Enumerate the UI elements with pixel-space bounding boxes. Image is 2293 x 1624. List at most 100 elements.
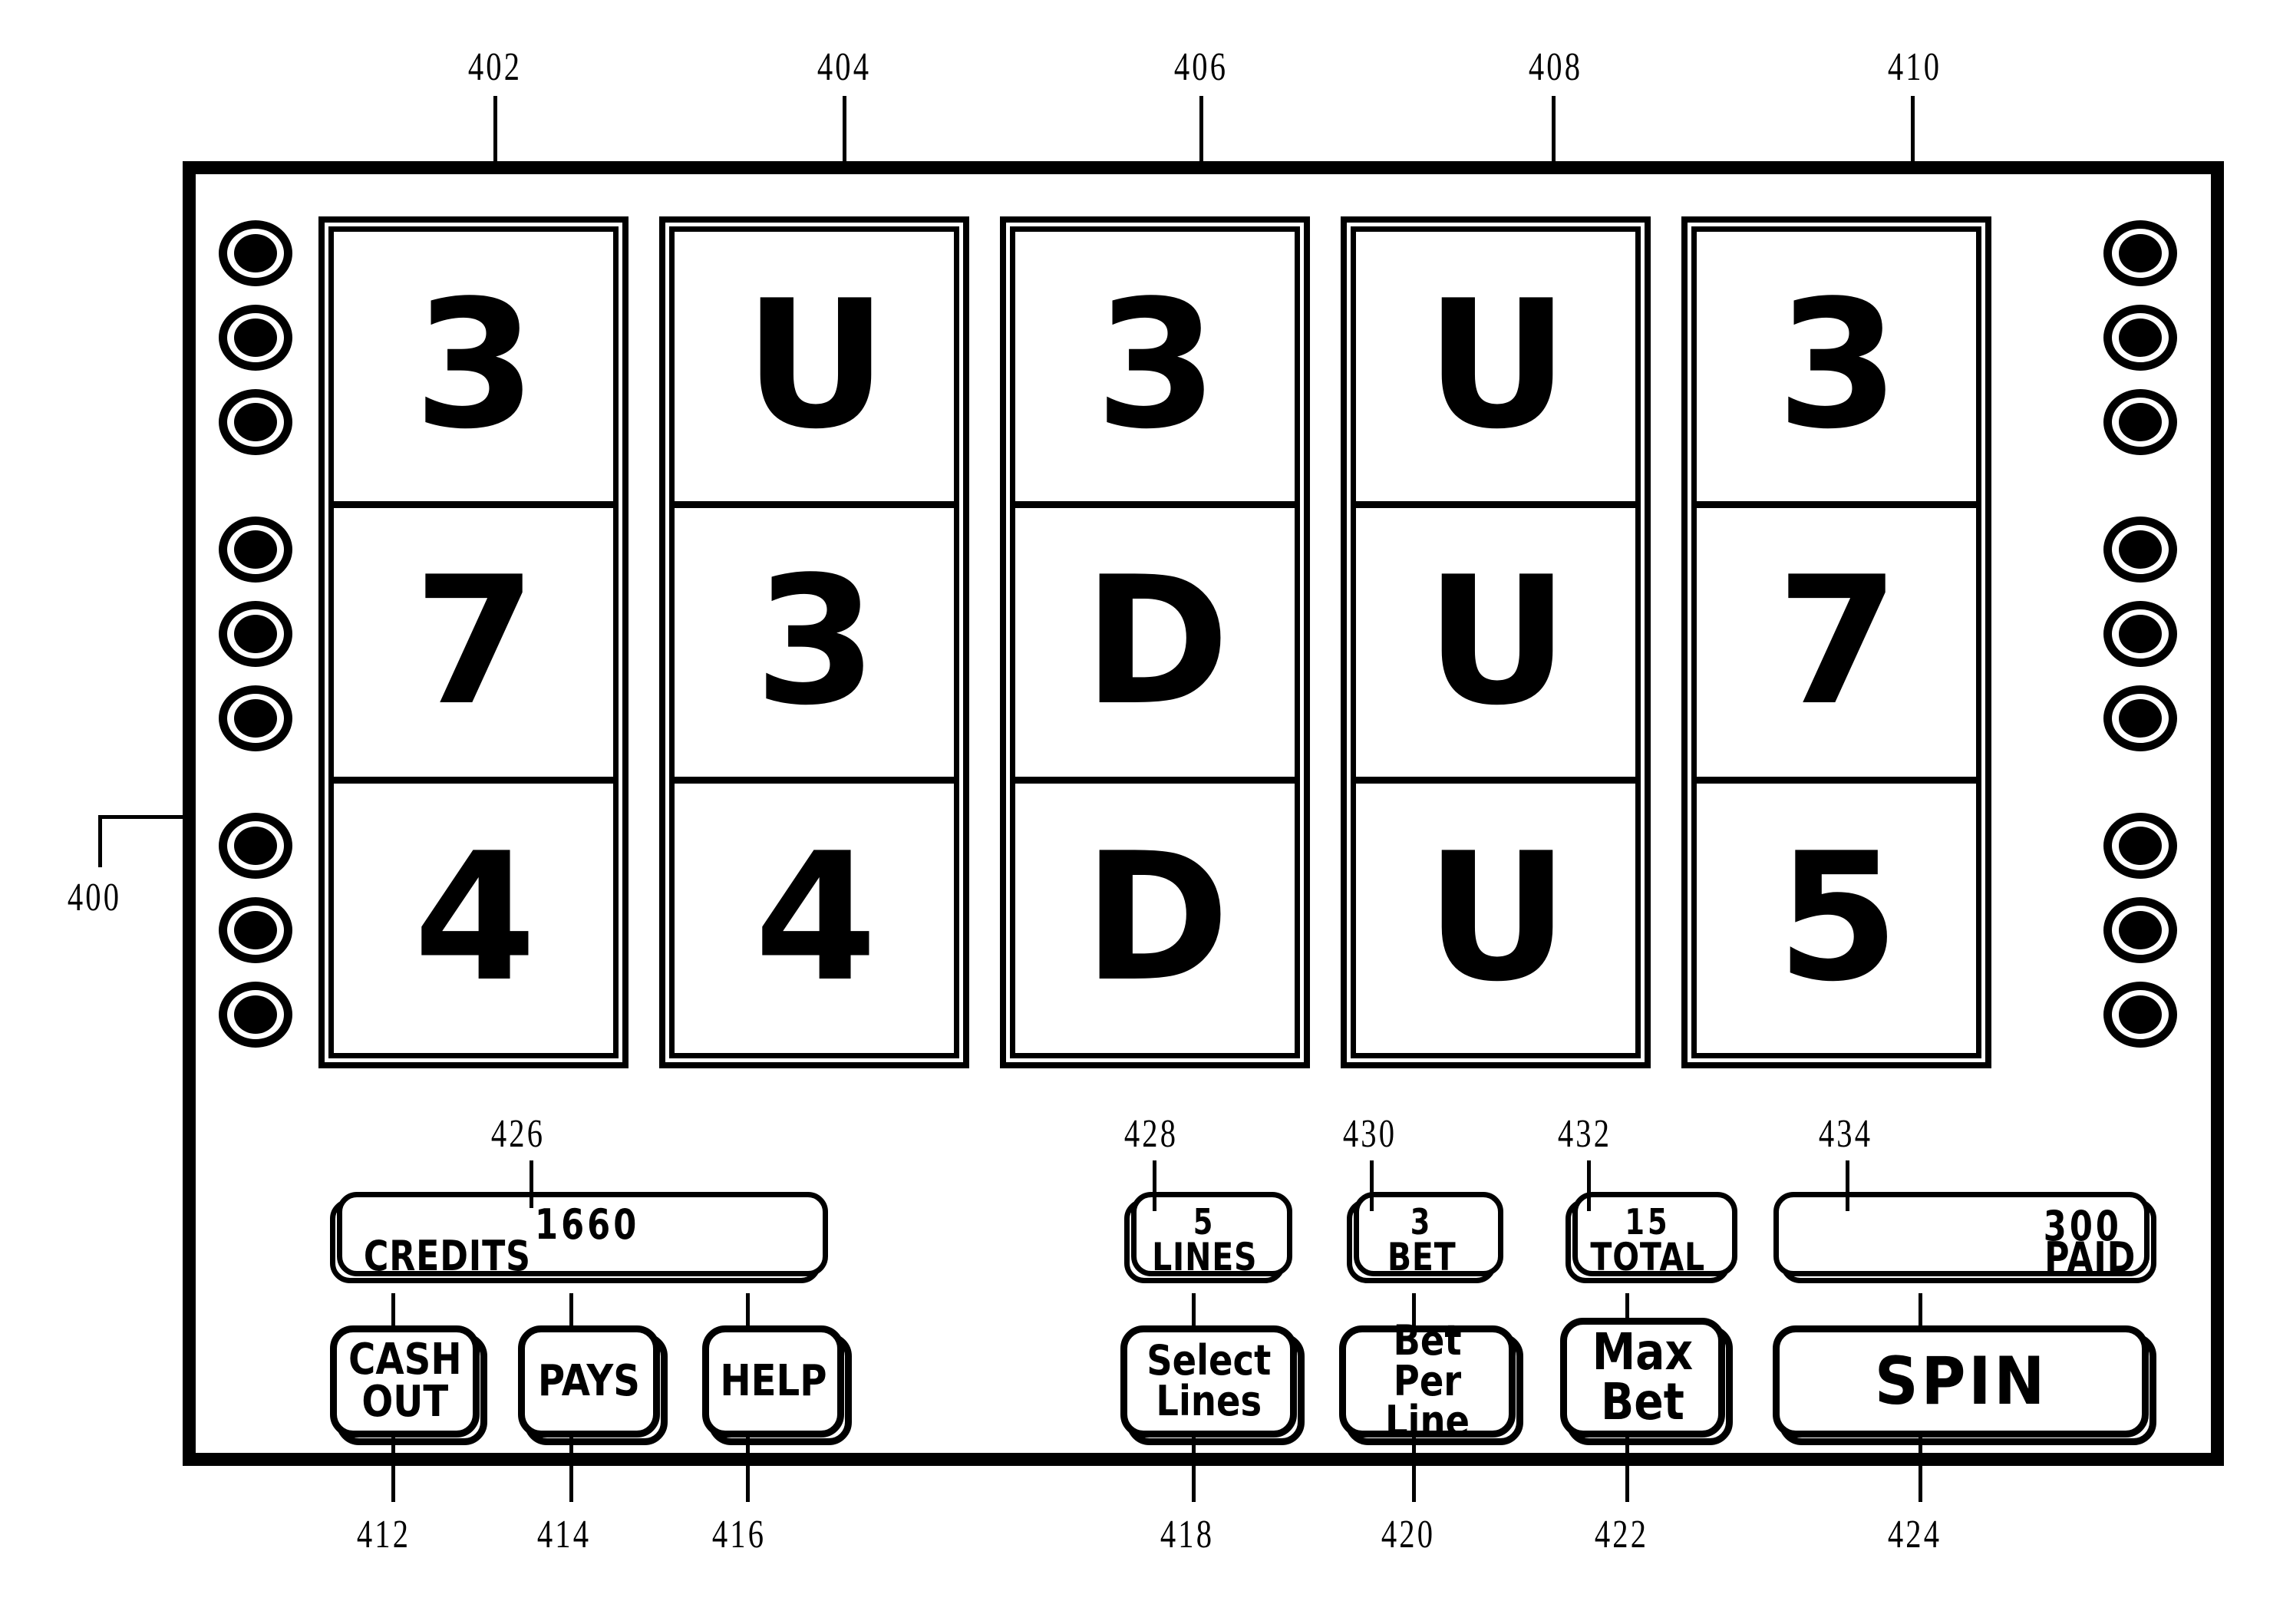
bet-per-line-button[interactable]: Bet Per Line — [1339, 1319, 1523, 1445]
ref-numeral-432: 432 — [1557, 1112, 1612, 1156]
symbol: 4 — [754, 815, 877, 1021]
ref-numeral-406: 406 — [1173, 45, 1229, 89]
paid-meter: 300 PAID — [1773, 1192, 2156, 1283]
ref-numeral-430: 430 — [1342, 1112, 1397, 1156]
ref-numeral-434: 434 — [1818, 1112, 1873, 1156]
credits-meter: CREDITS 1660 — [330, 1192, 828, 1283]
symbol: D — [1083, 815, 1230, 1021]
help-button-label: HELP — [719, 1355, 827, 1406]
bet-per-line-button-label-line1: Bet Per — [1393, 1315, 1462, 1405]
reel-404-cell-1: U — [675, 232, 954, 508]
reel-display-area: 3 7 4 U 3 4 3 D D U U U 3 7 5 — [318, 216, 1991, 1068]
lamp-group-left-2 — [219, 517, 303, 751]
symbol: 3 — [754, 540, 877, 744]
reel-408-cell-1: U — [1356, 232, 1635, 508]
reel-404-cell-3: 4 — [675, 784, 954, 1053]
lamp-left-4 — [219, 517, 292, 583]
lamp-right-6 — [2103, 685, 2177, 751]
spin-button-label: SPIN — [1874, 1342, 2047, 1420]
select-lines-button[interactable]: Select Lines — [1120, 1325, 1305, 1445]
lamp-group-left-1 — [219, 220, 303, 455]
lamp-left-7 — [219, 813, 292, 879]
ref-numeral-414: 414 — [536, 1513, 592, 1556]
reel-410-cell-3: 5 — [1697, 784, 1976, 1053]
ref-numeral-424: 424 — [1887, 1513, 1942, 1556]
reel-410-cell-2: 7 — [1697, 508, 1976, 784]
lamp-column-right — [2103, 220, 2188, 1109]
ref-numeral-418: 418 — [1160, 1513, 1215, 1556]
reel-406-cell-2: D — [1015, 508, 1295, 784]
symbol: 3 — [1094, 263, 1218, 469]
lamp-left-9 — [219, 982, 292, 1048]
lamp-right-1 — [2103, 220, 2177, 286]
reel-406-cell-3: D — [1015, 784, 1295, 1053]
lamp-right-4 — [2103, 517, 2177, 583]
reel-408[interactable]: U U U — [1341, 216, 1651, 1068]
symbol: 3 — [1776, 263, 1899, 469]
cash-out-button-label-line1: CASH — [348, 1335, 462, 1385]
symbol: U — [744, 263, 888, 469]
ref-numeral-402: 402 — [467, 45, 523, 89]
lamp-column-left — [219, 220, 303, 1109]
lamp-group-right-1 — [2103, 220, 2188, 455]
bet-meter-label: BET — [1387, 1235, 1457, 1280]
symbol: U — [1425, 540, 1569, 744]
help-button[interactable]: HELP — [702, 1325, 852, 1445]
lamp-left-5 — [219, 601, 292, 667]
ref-numeral-422: 422 — [1594, 1513, 1649, 1556]
slot-machine-cabinet: 3 7 4 U 3 4 3 D D U U U 3 7 5 CREDITS 16… — [183, 161, 2224, 1466]
reel-406[interactable]: 3 D D — [1000, 216, 1310, 1068]
max-bet-button[interactable]: Max Bet — [1560, 1318, 1733, 1445]
symbol: 7 — [413, 540, 536, 744]
lamp-left-2 — [219, 305, 292, 371]
lamp-right-5 — [2103, 601, 2177, 667]
paid-meter-label: PAID — [2044, 1233, 2136, 1282]
lamp-right-3 — [2103, 389, 2177, 455]
ref-numeral-416: 416 — [711, 1513, 767, 1556]
reel-406-cell-1: 3 — [1015, 232, 1295, 508]
reel-402-cell-3: 4 — [334, 784, 613, 1053]
ref-numeral-404: 404 — [817, 45, 872, 89]
symbol: 4 — [413, 815, 536, 1021]
lamp-right-2 — [2103, 305, 2177, 371]
lamp-left-8 — [219, 897, 292, 963]
spin-button[interactable]: SPIN — [1773, 1325, 2156, 1445]
symbol: D — [1083, 540, 1230, 744]
cash-out-button-label-line2: OUT — [361, 1377, 448, 1427]
ref-numeral-428: 428 — [1123, 1112, 1179, 1156]
reel-408-cell-2: U — [1356, 508, 1635, 784]
ref-numeral-420: 420 — [1381, 1513, 1436, 1556]
symbol: 3 — [413, 263, 536, 469]
symbol: U — [1425, 815, 1569, 1021]
symbol: 5 — [1776, 815, 1899, 1021]
total-meter: 15 TOTAL — [1566, 1192, 1737, 1283]
reel-402-cell-2: 7 — [334, 508, 613, 784]
reel-410-cell-1: 3 — [1697, 232, 1976, 508]
leader-line-400-vert — [98, 815, 102, 867]
select-lines-button-label-line2: Lines — [1156, 1377, 1262, 1425]
cash-out-button[interactable]: CASH OUT — [330, 1325, 487, 1445]
total-meter-label: TOTAL — [1590, 1235, 1706, 1280]
lamp-group-right-2 — [2103, 517, 2188, 751]
reel-402-cell-1: 3 — [334, 232, 613, 508]
select-lines-button-label-line1: Select — [1146, 1336, 1272, 1385]
credits-meter-value: 1660 — [535, 1200, 640, 1249]
reel-404[interactable]: U 3 4 — [659, 216, 969, 1068]
credits-meter-label: CREDITS — [363, 1232, 531, 1280]
ref-numeral-400: 400 — [67, 876, 122, 919]
reel-410[interactable]: 3 7 5 — [1681, 216, 1991, 1068]
max-bet-button-label-line1: Max — [1592, 1322, 1694, 1382]
reel-404-cell-2: 3 — [675, 508, 954, 784]
lamp-group-left-3 — [219, 813, 303, 1048]
ref-numeral-426: 426 — [490, 1112, 546, 1156]
lines-meter: 5 LINES — [1124, 1192, 1292, 1283]
lamp-left-6 — [219, 685, 292, 751]
symbol: 7 — [1776, 540, 1899, 744]
lamp-group-right-3 — [2103, 813, 2188, 1048]
ref-numeral-408: 408 — [1528, 45, 1583, 89]
pays-button[interactable]: PAYS — [518, 1325, 668, 1445]
reel-402[interactable]: 3 7 4 — [318, 216, 629, 1068]
lamp-left-1 — [219, 220, 292, 286]
pays-button-label: PAYS — [537, 1355, 641, 1406]
lines-meter-label: LINES — [1152, 1235, 1258, 1280]
